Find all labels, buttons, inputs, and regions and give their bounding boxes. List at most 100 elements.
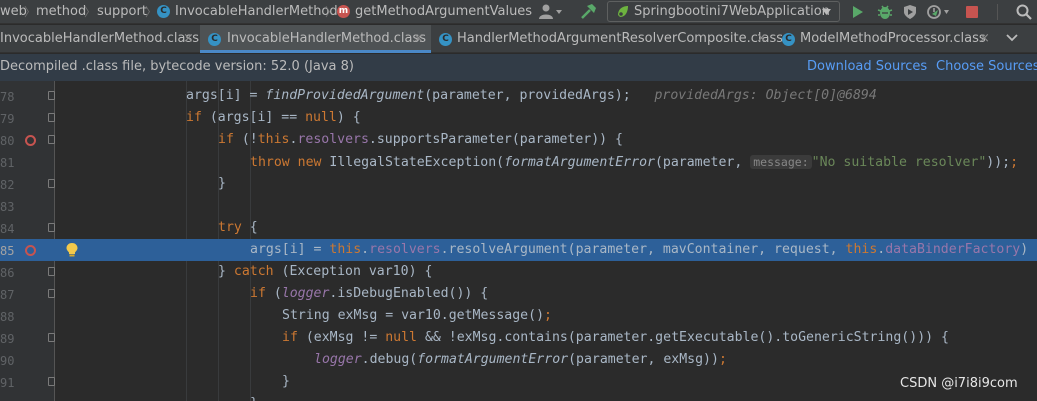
navigation-bar: web 〉 method 〉 support 〉 C InvocableHand… — [0, 0, 1037, 24]
close-icon[interactable]: × — [979, 31, 990, 47]
method-icon: m — [337, 5, 350, 18]
close-icon[interactable]: × — [183, 31, 194, 47]
run-configuration-label: Springbootini7WebApplication — [634, 4, 830, 19]
tab-handlermethodargumentresolvercomposite[interactable]: C HandlerMethodArgumentResolverComposite… — [431, 25, 783, 53]
coverage-icon[interactable] — [899, 2, 921, 22]
editor-tab-bar: InvocableHandlerMethod.class × C Invocab… — [0, 25, 1037, 53]
code-text: if (!this.resolvers.supportsParameter(pa… — [218, 132, 623, 147]
code-line[interactable]: 81 throw new IllegalStateException(forma… — [0, 151, 1037, 173]
code-text: logger.debug(formatArgumentError(paramet… — [314, 352, 727, 367]
chevron-down-icon — [822, 9, 831, 15]
code-text: if (exMsg != null && !exMsg.contains(par… — [282, 330, 949, 345]
line-number: 80 — [0, 134, 15, 148]
profile-icon[interactable] — [924, 2, 952, 22]
code-editor[interactable]: Object[] args = new Object[parameters.le… — [0, 81, 1037, 401]
breadcrumb-web[interactable]: web — [0, 3, 27, 21]
line-number: 85 — [0, 244, 15, 258]
code-line[interactable]: 83 — [0, 195, 1037, 217]
fold-marker[interactable] — [48, 267, 55, 276]
line-number: 90 — [0, 354, 15, 368]
download-sources-link[interactable]: Download Sources — [807, 59, 927, 75]
breakpoint-icon[interactable] — [25, 245, 36, 256]
code-text: args[i] = findProvidedArgument(parameter… — [186, 88, 877, 103]
close-icon[interactable]: × — [413, 31, 424, 47]
tab-label: HandlerMethodArgumentResolverComposite.c… — [457, 31, 784, 46]
current-execution-line[interactable]: 85 args[i] = this.resolvers.resolveArgum… — [0, 239, 1037, 261]
breadcrumb-method-name[interactable]: getMethodArgumentValues — [355, 3, 532, 21]
stop-icon[interactable] — [962, 2, 982, 22]
code-line-clipped: } — [0, 393, 1037, 401]
code-text: try { — [218, 220, 258, 235]
run-icon[interactable] — [848, 2, 868, 22]
fold-marker[interactable] — [48, 333, 55, 342]
build-hammer-icon[interactable] — [574, 2, 602, 22]
fold-marker[interactable] — [48, 289, 55, 298]
code-tail: )); — [986, 155, 1011, 170]
tab-invocablehandlermethod-1[interactable]: InvocableHandlerMethod.class × — [0, 25, 200, 53]
line-number: 81 — [0, 156, 15, 170]
code-line[interactable]: 90 logger.debug(formatArgumentError(para… — [0, 349, 1037, 371]
banner-message: Decompiled .class file, bytecode version… — [0, 59, 354, 74]
code-line[interactable]: 79 if (args[i] == null) { — [0, 107, 1037, 129]
line-number: 83 — [0, 200, 15, 214]
breadcrumb-class[interactable]: InvocableHandlerMethod — [175, 3, 338, 21]
string-literal: "No suitable resolver" — [811, 155, 987, 170]
breadcrumb-separator: 〉 — [145, 5, 158, 19]
close-icon[interactable]: × — [756, 31, 767, 47]
code-text: throw new IllegalStateException(formatAr… — [250, 155, 1019, 170]
code-line[interactable]: 89 if (exMsg != null && !exMsg.contains(… — [0, 327, 1037, 349]
code-line[interactable]: 87 if (logger.isDebugEnabled()) { — [0, 283, 1037, 305]
tab-label: InvocableHandlerMethod.class — [0, 31, 200, 46]
watermark: CSDN @i7i8i9com — [900, 376, 1018, 391]
breadcrumb-support[interactable]: support — [97, 3, 147, 21]
code-text: args[i] = this.resolvers.resolveArgument… — [250, 242, 1029, 257]
breakpoint-icon[interactable] — [25, 135, 36, 146]
code-line[interactable]: 82 } — [0, 173, 1037, 195]
fold-marker[interactable] — [48, 135, 55, 144]
line-number: 89 — [0, 332, 15, 346]
run-configuration-dropdown[interactable]: Springbootini7WebApplication — [607, 1, 840, 22]
line-number: 88 — [0, 310, 15, 324]
line-number: 78 — [0, 90, 15, 104]
code-text: if (logger.isDebugEnabled()) { — [250, 286, 489, 301]
line-number: 79 — [0, 112, 15, 126]
chevron-down-icon[interactable] — [1006, 31, 1018, 47]
line-number: 84 — [0, 222, 15, 236]
search-icon[interactable] — [1013, 2, 1035, 22]
breadcrumb-separator: 〉 — [325, 5, 338, 19]
code-text: } — [218, 176, 226, 191]
spring-boot-icon — [618, 6, 628, 17]
tab-invocablehandlermethod-active[interactable]: C InvocableHandlerMethod.class × — [200, 25, 431, 53]
decompiled-info-banner: Decompiled .class file, bytecode version… — [0, 54, 1037, 81]
breadcrumb-method[interactable]: method — [36, 3, 86, 21]
line-number: 87 — [0, 288, 15, 302]
line-number: 86 — [0, 266, 15, 280]
code-line[interactable]: 84 try { — [0, 217, 1037, 239]
fold-marker[interactable] — [48, 113, 55, 122]
lightbulb-icon[interactable] — [66, 243, 78, 257]
line-number: 82 — [0, 178, 15, 192]
fold-marker[interactable] — [48, 377, 55, 386]
parameter-hint: message: — [750, 155, 812, 169]
code-line[interactable]: 88 String exMsg = var10.getMessage(); — [0, 305, 1037, 327]
toolbar-separator — [993, 2, 1003, 22]
fold-marker[interactable] — [48, 179, 55, 188]
code-text: Object[] args = new Object[parameters.le… — [186, 81, 551, 82]
fold-marker[interactable] — [48, 223, 55, 232]
class-icon: C — [439, 33, 452, 46]
code-line[interactable]: 86 } catch (Exception var10) { — [0, 261, 1037, 283]
class-icon: C — [157, 5, 170, 18]
fold-marker[interactable] — [48, 91, 55, 100]
code-line[interactable]: 78 args[i] = findProvidedArgument(parame… — [0, 85, 1037, 107]
code-line[interactable]: 91 } — [0, 371, 1037, 393]
breadcrumb-separator: 〉 — [24, 5, 37, 19]
code-text: } catch (Exception var10) { — [218, 264, 433, 279]
code-text: if (args[i] == null) { — [186, 110, 361, 125]
code-line[interactable]: 80 if (!this.resolvers.supportsParameter… — [0, 129, 1037, 151]
choose-sources-link[interactable]: Choose Sources... — [936, 59, 1037, 75]
class-icon: C — [208, 33, 221, 46]
debug-icon[interactable] — [874, 2, 896, 22]
user-icon[interactable] — [537, 2, 565, 22]
breadcrumb-separator: 〉 — [84, 5, 97, 19]
tab-modelmethodprocessor[interactable]: C ModelMethodProcessor.class × — [774, 25, 994, 53]
